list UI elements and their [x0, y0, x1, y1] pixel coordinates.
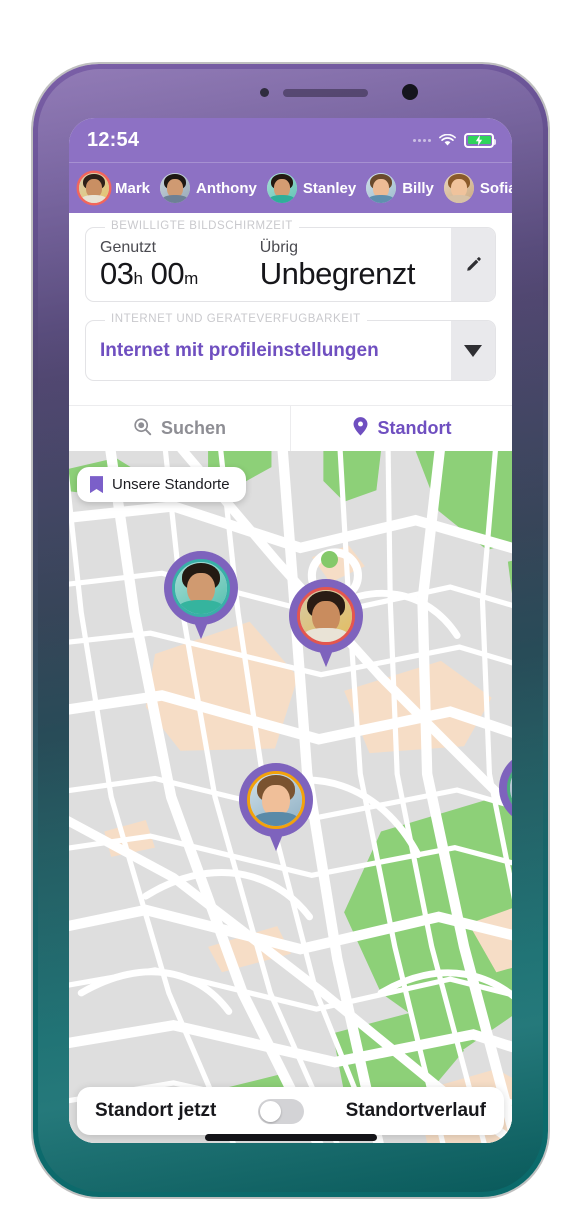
tab-standort[interactable]: Standort [290, 406, 512, 452]
settings-cards: BEWILLIGTE BILDSCHIRMZEIT Genutzt 03h 00… [69, 213, 512, 405]
phone-top-bezel [33, 64, 548, 116]
wifi-icon [439, 133, 456, 147]
pin-avatar [297, 587, 355, 646]
internet-availability-card: INTERNET UND GERATEVERFUGBARKEIT Interne… [85, 313, 496, 382]
child-profile-mark[interactable]: Mark [79, 173, 150, 203]
home-indicator [204, 1134, 377, 1141]
status-bar: 12:54 [69, 118, 512, 163]
used-label: Genutzt [100, 239, 157, 256]
child-name-label: Stanley [302, 179, 357, 197]
used-minutes-unit: m [184, 268, 198, 288]
child-profile-anthony[interactable]: Anthony [160, 173, 257, 203]
signal-dots-icon [413, 138, 431, 142]
edit-screen-time-button[interactable] [451, 228, 495, 302]
remaining-value: Unbegrenzt [259, 255, 416, 291]
pin-avatar [247, 771, 305, 830]
avatar [366, 173, 397, 203]
used-minutes: 00 [150, 255, 185, 291]
main-content: BEWILLIGTE BILDSCHIRMZEIT Genutzt 03h 00… [69, 213, 512, 1143]
location-mode-bar: Standort jetzt Standortverlauf [77, 1087, 504, 1141]
pencil-icon [465, 256, 482, 273]
bookmark-icon [90, 476, 103, 494]
pin-avatar [172, 559, 230, 618]
internet-body: Internet mit profileinstellungen [86, 321, 451, 380]
internet-selected-option: Internet mit profileinstellungen [100, 340, 379, 362]
used-value: 03h 00m [100, 255, 198, 291]
our-locations-chip[interactable]: Unsere Standorte [77, 467, 246, 503]
status-clock: 12:54 [87, 128, 140, 151]
map-green-marker [321, 551, 338, 569]
child-profile-sofia[interactable]: Sofia [443, 173, 512, 203]
proximity-sensor-icon [260, 88, 269, 97]
child-profile-billy[interactable]: Billy [366, 173, 434, 203]
chip-label: Unsere Standorte [112, 476, 230, 494]
status-indicators [413, 132, 496, 148]
avatar [160, 173, 191, 203]
location-mode-toggle[interactable] [257, 1098, 304, 1124]
earpiece-speaker [283, 89, 368, 97]
screen-time-legend: BEWILLIGTE BILDSCHIRMZEIT [105, 220, 299, 232]
screenshot-root: 12:54 Mark Anthony Stanley Billy Sofi BE… [0, 0, 581, 1232]
search-icon [133, 417, 152, 441]
map-pin-child-2[interactable] [289, 579, 363, 669]
remaining-label: Übrig [259, 239, 298, 256]
battery-charging-icon [464, 132, 496, 148]
phone-device-frame: 12:54 Mark Anthony Stanley Billy Sofi BE… [33, 64, 548, 1197]
map-pin-child-1[interactable] [164, 551, 238, 641]
phone-screen: 12:54 Mark Anthony Stanley Billy Sofi BE… [69, 118, 512, 1143]
internet-legend: INTERNET UND GERATEVERFUGBARKEIT [105, 313, 367, 326]
child-name-label: Sofia [479, 179, 512, 197]
screen-time-used: Genutzt 03h 00m [100, 239, 198, 291]
location-pin-icon [352, 416, 369, 442]
avatar [79, 173, 109, 203]
tab-suchen[interactable]: Suchen [69, 406, 290, 451]
used-hours: 03 [100, 255, 134, 291]
location-now-label[interactable]: Standort jetzt [95, 1100, 216, 1122]
avatar [266, 173, 297, 203]
section-tabs: Suchen Standort [69, 405, 512, 452]
internet-dropdown-button[interactable] [451, 321, 495, 381]
map-pin-child-4[interactable] [499, 751, 512, 841]
child-name-label: Billy [402, 179, 434, 197]
tab-label: Suchen [160, 418, 226, 439]
map-pin-child-3[interactable] [239, 763, 313, 853]
child-name-label: Mark [115, 179, 151, 197]
caret-down-icon [464, 344, 482, 357]
front-camera-icon [402, 84, 418, 100]
child-name-label: Anthony [196, 179, 257, 197]
screen-time-body: Genutzt 03h 00m Übrig Unbegrenzt [86, 228, 451, 301]
used-hours-unit: h [133, 268, 143, 288]
tab-label: Standort [377, 418, 452, 439]
location-history-label[interactable]: Standortverlauf [346, 1100, 486, 1122]
avatar [443, 173, 474, 203]
screen-time-card: BEWILLIGTE BILDSCHIRMZEIT Genutzt 03h 00… [85, 220, 496, 303]
screen-time-remaining: Übrig Unbegrenzt [259, 239, 416, 291]
child-profile-stanley[interactable]: Stanley [266, 173, 357, 203]
toggle-knob [259, 1100, 281, 1122]
child-profile-strip[interactable]: Mark Anthony Stanley Billy Sofi [69, 163, 512, 213]
map-view[interactable]: Unsere Standorte Standort jetzt Standort… [69, 451, 512, 1143]
